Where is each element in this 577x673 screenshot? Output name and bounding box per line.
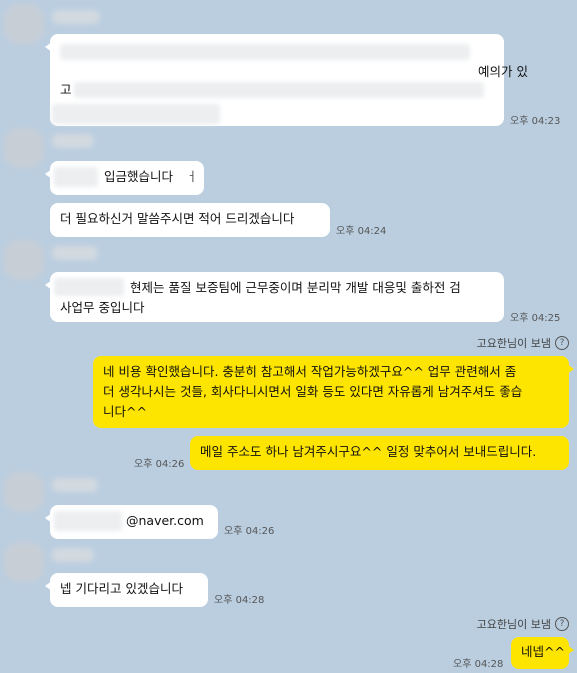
message-text: 네 비용 확인했습니다. 충분히 참고해서 작업가능하겠구요^^ 업무 관련해서… <box>103 364 517 379</box>
message-bubble-6[interactable]: 메일 주소도 하나 남겨주시구요^^ 일정 맞추어서 보내드립니다. <box>190 436 569 470</box>
message-bubble-5[interactable]: 네 비용 확인했습니다. 충분히 참고해서 작업가능하겠구요^^ 업무 관련해서… <box>93 356 574 428</box>
sender-name-blurred <box>52 246 98 260</box>
redacted-text <box>60 44 470 60</box>
message-bubble-8[interactable]: 넵 기다리고 있겠습니다 <box>45 573 208 607</box>
message-text: 니다^^ <box>103 404 147 419</box>
message-bubble-7[interactable]: @naver.com <box>45 505 218 539</box>
message-time: 오후 04:28 <box>453 659 504 670</box>
redacted-text <box>54 511 122 531</box>
message-text: 더 필요하신거 말씀주시면 적어 드리겠습니다 <box>60 211 295 226</box>
message-time: 오후 04:28 <box>214 595 265 606</box>
message-time: 오후 04:26 <box>134 459 185 470</box>
message-bubble-2[interactable]: 입금했습니다 ㅓ <box>45 161 204 195</box>
sender-label-text: 고요한님이 보냄 <box>476 337 551 350</box>
help-icon[interactable]: ? <box>555 336 569 350</box>
avatar[interactable] <box>4 128 44 168</box>
sender-name-blurred <box>52 478 98 492</box>
avatar[interactable] <box>4 472 44 512</box>
message-time: 오후 04:23 <box>510 116 561 127</box>
message-bubble-1[interactable]: 예의가 있 고 <box>45 34 528 126</box>
message-text: @naver.com <box>126 513 204 528</box>
text-cursor: ㅓ <box>186 169 198 184</box>
message-text: 입금했습니다 <box>104 169 174 184</box>
message-text: 메일 주소도 하나 남겨주시구요^^ 일정 맞추어서 보내드립니다. <box>200 444 537 459</box>
message-text: 고 <box>60 82 72 97</box>
message-time: 오후 04:26 <box>224 526 275 537</box>
sender-label: 고요한님이 보냄 ? <box>477 335 569 351</box>
sender-name-blurred <box>52 134 94 148</box>
avatar[interactable] <box>4 4 44 44</box>
redacted-text <box>54 167 98 187</box>
redacted-text <box>74 82 484 98</box>
message-time: 오후 04:25 <box>510 313 561 324</box>
message-text: 넵 기다리고 있겠습니다 <box>60 581 183 596</box>
message-bubble-9[interactable]: 네넵^^ <box>511 637 574 669</box>
help-icon[interactable]: ? <box>555 617 569 631</box>
sender-label: 고요한님이 보냄 ? <box>477 616 569 632</box>
sender-label-text: 고요한님이 보냄 <box>476 618 551 631</box>
message-text: 예의가 있 <box>478 64 528 79</box>
redacted-text <box>54 278 124 296</box>
redacted-text <box>52 104 220 124</box>
message-text: 네넵^^ <box>521 644 565 659</box>
message-bubble-4[interactable]: 현제는 품질 보증팀에 근무중이며 분리막 개발 대응및 출하전 검 사업무 중… <box>45 272 504 322</box>
avatar[interactable] <box>4 542 44 582</box>
message-time: 오후 04:24 <box>336 226 387 237</box>
message-bubble-3[interactable]: 더 필요하신거 말씀주시면 적어 드리겠습니다 <box>50 203 330 237</box>
avatar[interactable] <box>4 240 44 280</box>
message-text: 사업무 중입니다 <box>60 300 145 315</box>
message-text: 더 생각나시는 것들, 회사다니시면서 일화 등도 있다면 자유롭게 남겨주셔도… <box>103 384 523 399</box>
message-text: 현제는 품질 보증팀에 근무중이며 분리막 개발 대응및 출하전 검 <box>130 280 461 295</box>
sender-name-blurred <box>52 10 100 24</box>
sender-name-blurred <box>52 548 94 562</box>
